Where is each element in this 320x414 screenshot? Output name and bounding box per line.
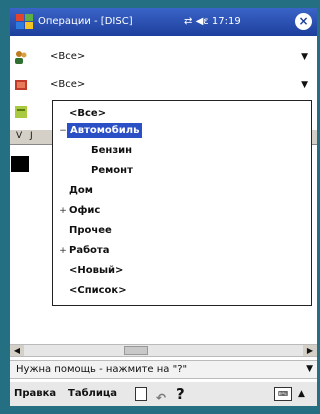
grid-column-header[interactable]: V — [16, 131, 22, 141]
status-icons: ⇄ ◀ε 17:19 — [184, 16, 241, 27]
expand-icon[interactable]: + — [59, 207, 67, 216]
people-filter-select[interactable]: <Все> ▼ — [50, 49, 310, 65]
help-icon[interactable]: ? — [176, 382, 185, 406]
tree-item-remont[interactable]: Ремонт — [91, 163, 133, 178]
tree-item-benzin[interactable]: Бензин — [91, 143, 132, 158]
chevron-down-icon[interactable]: ▼ — [301, 77, 308, 93]
title-bar: Операции - [DISC] ⇄ ◀ε 17:19 × — [10, 8, 317, 36]
chevron-down-icon[interactable]: ▼ — [301, 49, 308, 65]
tree-item-ofis[interactable]: Офис — [69, 203, 100, 218]
grid-cell[interactable] — [11, 156, 29, 172]
horizontal-scrollbar[interactable]: ◀ ▶ — [10, 344, 317, 357]
chevron-down-icon[interactable]: ▼ — [306, 361, 313, 378]
clock[interactable]: 17:19 — [212, 16, 241, 27]
tree-item-new[interactable]: <Новый> — [69, 263, 123, 278]
new-document-icon[interactable] — [135, 387, 147, 401]
grid-column-header[interactable]: J — [30, 131, 33, 141]
folder-icon — [15, 80, 27, 90]
menu-table[interactable]: Таблица — [68, 382, 117, 406]
category-dropdown-tree[interactable]: <Все> − Автомобиль Бензин Ремонт Дом + О… — [52, 100, 312, 306]
menu-bar: Правка Таблица ↶ ? ⌨ ▲ — [10, 382, 317, 406]
scroll-left-icon[interactable]: ◀ — [10, 345, 24, 356]
people-icon — [15, 51, 27, 64]
volume-icon[interactable]: ◀ε — [196, 16, 209, 27]
tree-item-avtomobil[interactable]: Автомобиль — [67, 123, 143, 138]
window-title: Операции - [DISC] — [38, 16, 133, 27]
undo-icon[interactable]: ↶ — [156, 386, 166, 406]
category-filter-select[interactable]: <Все> ▼ — [50, 77, 310, 93]
tree-item-rabota[interactable]: Работа — [69, 243, 109, 258]
keyboard-icon[interactable]: ⌨ — [274, 387, 292, 401]
people-filter-value: <Все> — [50, 51, 86, 62]
category-filter-value: <Все> — [50, 79, 86, 90]
device-screen: Операции - [DISC] ⇄ ◀ε 17:19 × <Все> ▼ <… — [10, 8, 317, 406]
scroll-thumb[interactable] — [124, 346, 148, 355]
status-bar[interactable]: Нужна помощь - нажмите на "?" ▼ — [10, 360, 317, 379]
menu-edit[interactable]: Правка — [14, 382, 56, 406]
connectivity-icon[interactable]: ⇄ — [184, 16, 192, 27]
notes-icon — [15, 106, 27, 118]
close-button[interactable]: × — [295, 13, 312, 30]
tree-item-dom[interactable]: Дом — [69, 183, 93, 198]
filter-row-category: <Все> ▼ — [10, 74, 317, 96]
windows-start-icon[interactable] — [14, 11, 36, 33]
tree-item-list[interactable]: <Список> — [69, 283, 127, 298]
filter-row-people: <Все> ▼ — [10, 46, 317, 68]
collapse-icon[interactable]: − — [59, 127, 67, 136]
status-text: Нужна помощь - нажмите на "?" — [16, 364, 188, 375]
scroll-right-icon[interactable]: ▶ — [303, 345, 317, 356]
chevron-up-icon[interactable]: ▲ — [298, 382, 305, 406]
expand-icon[interactable]: + — [59, 247, 67, 256]
tree-item-prochee[interactable]: Прочее — [69, 223, 112, 238]
tree-item-all[interactable]: <Все> — [69, 106, 106, 121]
